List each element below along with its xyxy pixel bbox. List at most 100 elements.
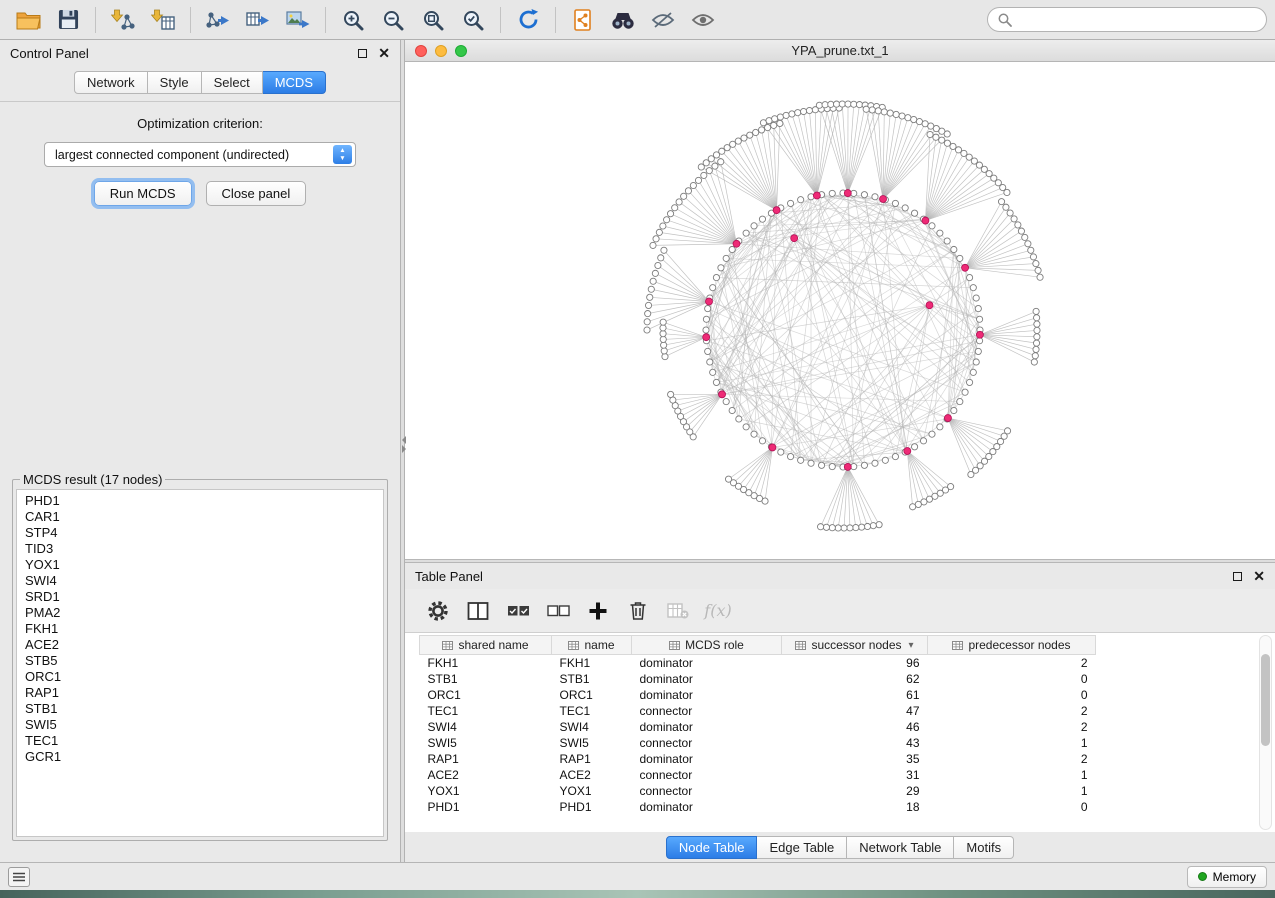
close-panel-button[interactable]: Close panel [206, 181, 307, 206]
network-canvas[interactable] [405, 62, 1275, 559]
table-row[interactable]: TEC1TEC1connector472 [420, 703, 1096, 719]
table-cell[interactable]: ORC1 [552, 687, 632, 703]
network-window-titlebar[interactable]: YPA_prune.txt_1 [405, 40, 1275, 62]
table-cell[interactable]: 29 [782, 783, 928, 799]
mcds-result-item[interactable]: TID3 [25, 541, 375, 557]
table-cell[interactable]: 62 [782, 671, 928, 687]
table-cell[interactable]: 18 [782, 799, 928, 815]
mcds-result-item[interactable]: PHD1 [25, 493, 375, 509]
status-menu-button[interactable] [8, 867, 30, 887]
table-cell[interactable]: SWI4 [420, 719, 552, 735]
mcds-result-item[interactable]: SWI4 [25, 573, 375, 589]
deselect-all-button[interactable] [539, 594, 577, 628]
close-window-icon[interactable] [415, 45, 427, 57]
table-row[interactable]: ORC1ORC1dominator610 [420, 687, 1096, 703]
mcds-result-item[interactable]: STP4 [25, 525, 375, 541]
export-image-button[interactable] [278, 4, 318, 36]
search-network-button[interactable] [603, 4, 643, 36]
table-cell[interactable]: 61 [782, 687, 928, 703]
table-cell[interactable]: 1 [928, 767, 1096, 783]
table-row[interactable]: FKH1FKH1dominator962 [420, 655, 1096, 671]
column-header-mcds-role[interactable]: MCDS role [632, 636, 782, 655]
table-cell[interactable]: YOX1 [552, 783, 632, 799]
import-network-button[interactable] [103, 4, 143, 36]
mcds-result-item[interactable]: ACE2 [25, 637, 375, 653]
table-cell[interactable]: connector [632, 703, 782, 719]
table-cell[interactable]: 0 [928, 687, 1096, 703]
mcds-result-item[interactable]: STB1 [25, 701, 375, 717]
export-table-button[interactable] [238, 4, 278, 36]
splitter-collapse-icon[interactable] [401, 435, 406, 454]
mcds-result-item[interactable]: FKH1 [25, 621, 375, 637]
column-header-name[interactable]: name [552, 636, 632, 655]
table-cell[interactable]: dominator [632, 687, 782, 703]
table-cell[interactable]: RAP1 [420, 751, 552, 767]
column-header-successor-nodes[interactable]: successor nodes▾ [782, 636, 928, 655]
table-cell[interactable]: STB1 [552, 671, 632, 687]
save-session-button[interactable] [48, 4, 88, 36]
table-cell[interactable]: 46 [782, 719, 928, 735]
table-cell[interactable]: SWI4 [552, 719, 632, 735]
tab-motifs[interactable]: Motifs [954, 836, 1014, 859]
show-columns-button[interactable] [459, 594, 497, 628]
tab-network-table[interactable]: Network Table [847, 836, 954, 859]
float-panel-icon[interactable] [358, 49, 367, 58]
mcds-result-item[interactable]: RAP1 [25, 685, 375, 701]
table-cell[interactable]: STB1 [420, 671, 552, 687]
column-header-shared-name[interactable]: shared name [420, 636, 552, 655]
table-row[interactable]: STB1STB1dominator620 [420, 671, 1096, 687]
float-table-panel-icon[interactable] [1233, 572, 1242, 581]
mcds-result-item[interactable]: STB5 [25, 653, 375, 669]
import-table-button[interactable] [143, 4, 183, 36]
table-cell[interactable]: 0 [928, 799, 1096, 815]
share-network-button[interactable] [563, 4, 603, 36]
table-cell[interactable]: SWI5 [420, 735, 552, 751]
table-cell[interactable]: PHD1 [420, 799, 552, 815]
tab-node-table[interactable]: Node Table [666, 836, 758, 859]
mcds-result-item[interactable]: TEC1 [25, 733, 375, 749]
table-cell[interactable]: connector [632, 783, 782, 799]
mcds-result-item[interactable]: YOX1 [25, 557, 375, 573]
table-cell[interactable]: FKH1 [552, 655, 632, 671]
table-cell[interactable]: 96 [782, 655, 928, 671]
table-cell[interactable]: TEC1 [552, 703, 632, 719]
open-session-button[interactable] [8, 4, 48, 36]
table-cell[interactable]: dominator [632, 719, 782, 735]
table-row[interactable]: SWI5SWI5connector431 [420, 735, 1096, 751]
table-cell[interactable]: dominator [632, 671, 782, 687]
table-cell[interactable]: 35 [782, 751, 928, 767]
table-settings-button[interactable] [419, 594, 457, 628]
memory-button[interactable]: Memory [1187, 866, 1267, 888]
create-column-button[interactable] [579, 594, 617, 628]
zoom-out-button[interactable] [373, 4, 413, 36]
table-cell[interactable]: PHD1 [552, 799, 632, 815]
minimize-window-icon[interactable] [435, 45, 447, 57]
close-panel-icon[interactable]: ✕ [378, 46, 390, 60]
mcds-result-item[interactable]: ORC1 [25, 669, 375, 685]
table-cell[interactable]: RAP1 [552, 751, 632, 767]
zoom-selected-button[interactable] [453, 4, 493, 36]
table-cell[interactable]: ORC1 [420, 687, 552, 703]
table-cell[interactable]: SWI5 [552, 735, 632, 751]
mcds-result-item[interactable]: CAR1 [25, 509, 375, 525]
table-row[interactable]: SWI4SWI4dominator462 [420, 719, 1096, 735]
mcds-result-list[interactable]: PHD1CAR1STP4TID3YOX1SWI4SRD1PMA2FKH1ACE2… [16, 489, 384, 837]
table-cell[interactable]: 1 [928, 735, 1096, 751]
mcds-result-item[interactable]: GCR1 [25, 749, 375, 765]
show-graphics-button[interactable] [683, 4, 723, 36]
table-cell[interactable]: 1 [928, 783, 1096, 799]
table-cell[interactable]: TEC1 [420, 703, 552, 719]
table-row[interactable]: PHD1PHD1dominator180 [420, 799, 1096, 815]
table-row[interactable]: ACE2ACE2connector311 [420, 767, 1096, 783]
table-cell[interactable]: YOX1 [420, 783, 552, 799]
apply-layout-button[interactable] [508, 4, 548, 36]
sort-descending-icon[interactable]: ▾ [909, 640, 914, 651]
tab-edge-table[interactable]: Edge Table [757, 836, 847, 859]
select-all-button[interactable] [499, 594, 537, 628]
export-network-button[interactable] [198, 4, 238, 36]
tab-mcds[interactable]: MCDS [263, 71, 326, 94]
table-row[interactable]: YOX1YOX1connector291 [420, 783, 1096, 799]
table-cell[interactable]: connector [632, 735, 782, 751]
tab-style[interactable]: Style [148, 71, 202, 94]
search-input[interactable] [1018, 13, 1256, 27]
